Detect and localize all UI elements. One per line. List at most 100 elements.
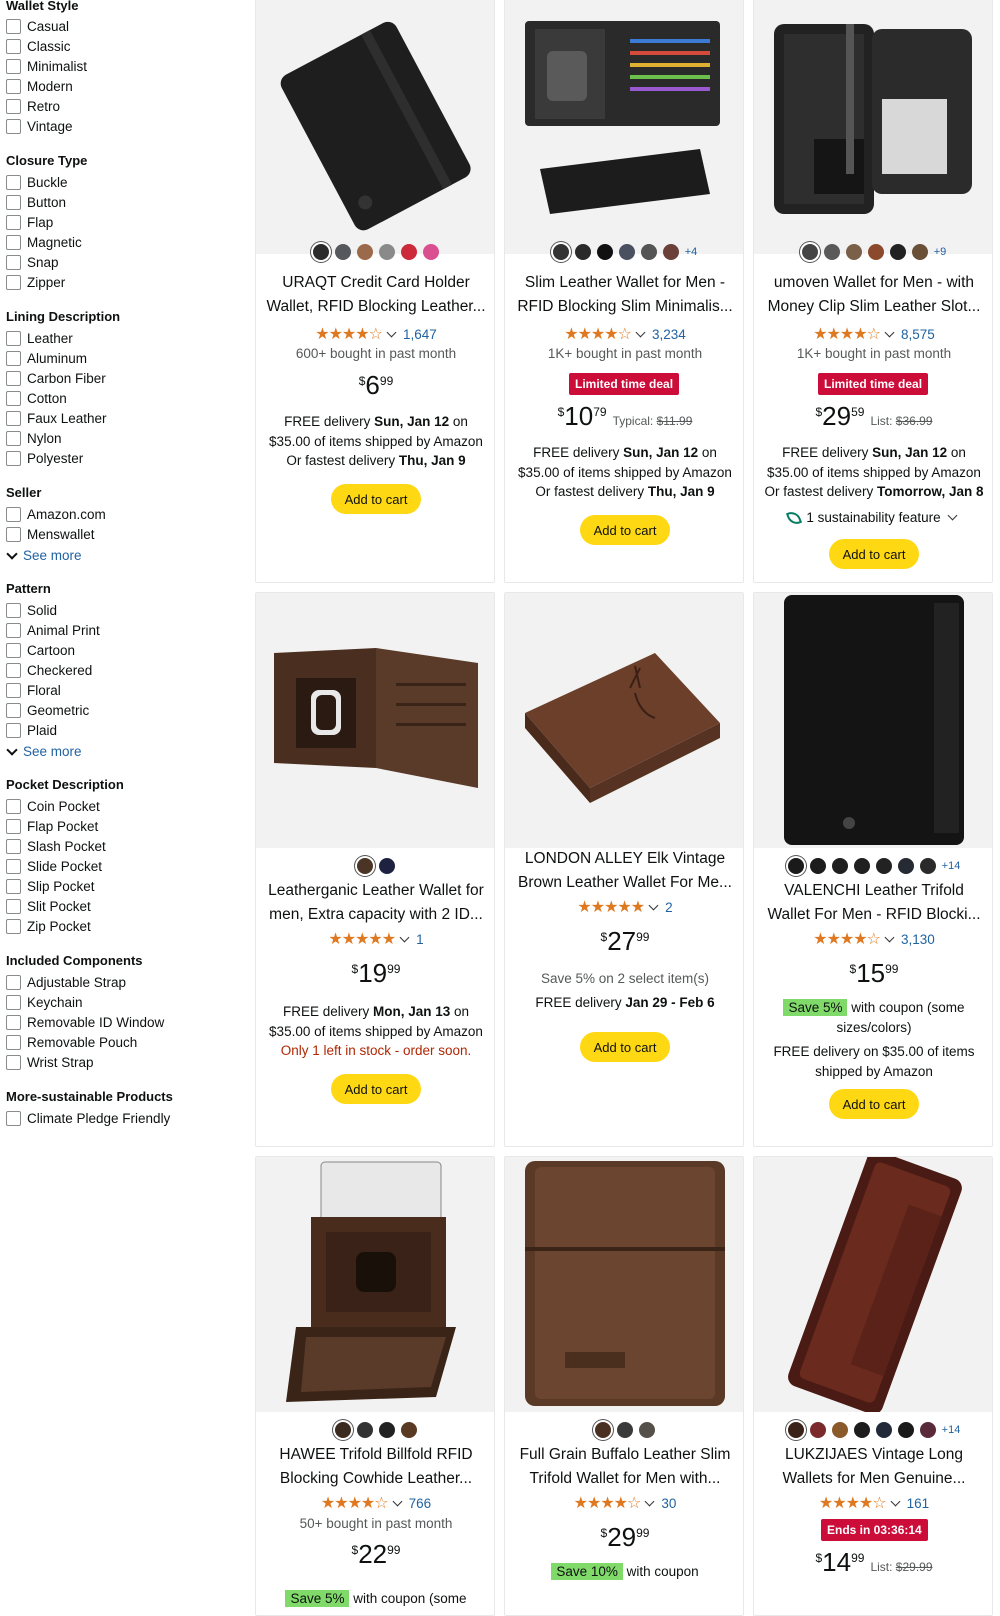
product-image[interactable] [754, 1157, 992, 1412]
add-to-cart-button[interactable]: Add to cart [829, 539, 919, 569]
see-more-pattern-link[interactable]: See more [6, 743, 82, 759]
color-swatch[interactable] [357, 244, 373, 260]
checkbox[interactable] [6, 703, 21, 718]
filter-option-solid[interactable]: Solid [6, 603, 57, 618]
color-swatch[interactable] [919, 1422, 936, 1438]
color-swatch[interactable] [831, 1422, 848, 1438]
filter-option-retro[interactable]: Retro [6, 99, 60, 114]
filter-option-nylon[interactable]: Nylon [6, 431, 62, 446]
color-swatch[interactable] [919, 858, 936, 874]
checkbox[interactable] [6, 899, 21, 914]
review-count[interactable]: 766 [409, 1496, 432, 1511]
filter-option-menswallet[interactable]: Menswallet [6, 527, 95, 542]
more-colors-link[interactable]: +4 [685, 246, 698, 258]
checkbox[interactable] [6, 431, 21, 446]
product-title-link[interactable]: Leatherganic Leather Wallet for men, Ext… [264, 879, 488, 926]
filter-option-slip-pocket[interactable]: Slip Pocket [6, 879, 95, 894]
color-swatch[interactable] [853, 1422, 870, 1438]
filter-option-adjustable-strap[interactable]: Adjustable Strap [6, 975, 126, 990]
checkbox[interactable] [6, 1015, 21, 1030]
add-to-cart-button[interactable]: Add to cart [580, 1032, 670, 1062]
product-title-link[interactable]: HAWEE Trifold Billfold RFID Blocking Cow… [264, 1443, 488, 1490]
review-count[interactable]: 1 [416, 932, 424, 947]
more-colors-link[interactable]: +14 [942, 1424, 961, 1436]
color-swatch[interactable] [640, 244, 657, 260]
checkbox[interactable] [6, 603, 21, 618]
rating-row[interactable]: ★★★★☆ 3,130 [754, 929, 994, 949]
color-swatch[interactable] [911, 244, 928, 260]
color-swatch[interactable] [875, 858, 892, 874]
checkbox[interactable] [6, 39, 21, 54]
color-swatch[interactable] [639, 1422, 655, 1438]
product-image[interactable] [256, 0, 494, 254]
filter-option-zipper[interactable]: Zipper [6, 275, 65, 290]
color-swatch[interactable] [801, 244, 818, 260]
color-swatch[interactable] [845, 244, 862, 260]
filter-option-plaid[interactable]: Plaid [6, 723, 57, 738]
filter-option-casual[interactable]: Casual [6, 19, 69, 34]
filter-option-flap-pocket[interactable]: Flap Pocket [6, 819, 98, 834]
color-swatch[interactable] [595, 1422, 611, 1438]
product-title-link[interactable]: Full Grain Buffalo Leather Slim Trifold … [513, 1443, 737, 1490]
rating-row[interactable]: ★★★★★ 1 [256, 929, 496, 949]
color-swatch[interactable] [867, 244, 884, 260]
review-count[interactable]: 3,234 [652, 327, 686, 342]
filter-option-floral[interactable]: Floral [6, 683, 61, 698]
product-title-link[interactable]: URAQT Credit Card Holder Wallet, RFID Bl… [264, 271, 488, 318]
checkbox[interactable] [6, 119, 21, 134]
product-title-link[interactable]: LUKZIJAES Vintage Long Wallets for Men G… [762, 1443, 986, 1490]
checkbox[interactable] [6, 215, 21, 230]
rating-row[interactable]: ★★★★★ 2 [505, 897, 745, 917]
checkbox[interactable] [6, 1035, 21, 1050]
product-title-link[interactable]: Slim Leather Wallet for Men - RFID Block… [513, 271, 737, 318]
color-swatch[interactable] [335, 244, 351, 260]
checkbox[interactable] [6, 623, 21, 638]
add-to-cart-button[interactable]: Add to cart [331, 484, 421, 514]
filter-option-snap[interactable]: Snap [6, 255, 59, 270]
product-image[interactable] [505, 593, 743, 848]
checkbox[interactable] [6, 819, 21, 834]
checkbox[interactable] [6, 195, 21, 210]
review-count[interactable]: 1,647 [403, 327, 437, 342]
color-swatch[interactable] [831, 858, 848, 874]
color-swatch[interactable] [823, 244, 840, 260]
rating-row[interactable]: ★★★★☆ 8,575 [754, 324, 994, 344]
rating-row[interactable]: ★★★★☆ 161 [754, 1493, 994, 1513]
filter-option-keychain[interactable]: Keychain [6, 995, 83, 1010]
checkbox[interactable] [6, 527, 21, 542]
review-count[interactable]: 161 [907, 1496, 930, 1511]
color-swatch[interactable] [662, 244, 679, 260]
product-title-link[interactable]: LONDON ALLEY Elk Vintage Brown Leather W… [513, 847, 737, 894]
checkbox[interactable] [6, 507, 21, 522]
rating-row[interactable]: ★★★★☆ 30 [505, 1493, 745, 1513]
filter-option-button[interactable]: Button [6, 195, 66, 210]
checkbox[interactable] [6, 411, 21, 426]
filter-option-slash-pocket[interactable]: Slash Pocket [6, 839, 106, 854]
coupon-offer[interactable]: Save 5% with coupon (some sizes/colors) [754, 998, 994, 1037]
color-swatch[interactable] [897, 858, 914, 874]
filter-option-magnetic[interactable]: Magnetic [6, 235, 82, 250]
product-image[interactable] [256, 593, 494, 848]
product-image[interactable] [754, 593, 992, 848]
filter-option-leather[interactable]: Leather [6, 331, 73, 346]
checkbox[interactable] [6, 859, 21, 874]
color-swatch[interactable] [313, 244, 329, 260]
filter-option-carbon-fiber[interactable]: Carbon Fiber [6, 371, 106, 386]
rating-row[interactable]: ★★★★☆ 1,647 [256, 324, 496, 344]
checkbox[interactable] [6, 975, 21, 990]
checkbox[interactable] [6, 879, 21, 894]
product-title-link[interactable]: VALENCHI Leather Trifold Wallet For Men … [762, 879, 986, 926]
add-to-cart-button[interactable]: Add to cart [331, 1074, 421, 1104]
filter-option-coin-pocket[interactable]: Coin Pocket [6, 799, 100, 814]
filter-option-amazon[interactable]: Amazon.com [6, 507, 106, 522]
checkbox[interactable] [6, 19, 21, 34]
filter-option-animal-print[interactable]: Animal Print [6, 623, 100, 638]
coupon-offer[interactable]: Save 10% with coupon [505, 1562, 745, 1582]
sustainability-feature[interactable]: 1 sustainability feature [754, 508, 994, 527]
more-colors-link[interactable]: +14 [942, 860, 961, 872]
product-image[interactable] [754, 0, 992, 254]
see-more-seller-link[interactable]: See more [6, 547, 82, 563]
color-swatch[interactable] [809, 1422, 826, 1438]
add-to-cart-button[interactable]: Add to cart [580, 515, 670, 545]
color-swatch[interactable] [357, 1422, 373, 1438]
